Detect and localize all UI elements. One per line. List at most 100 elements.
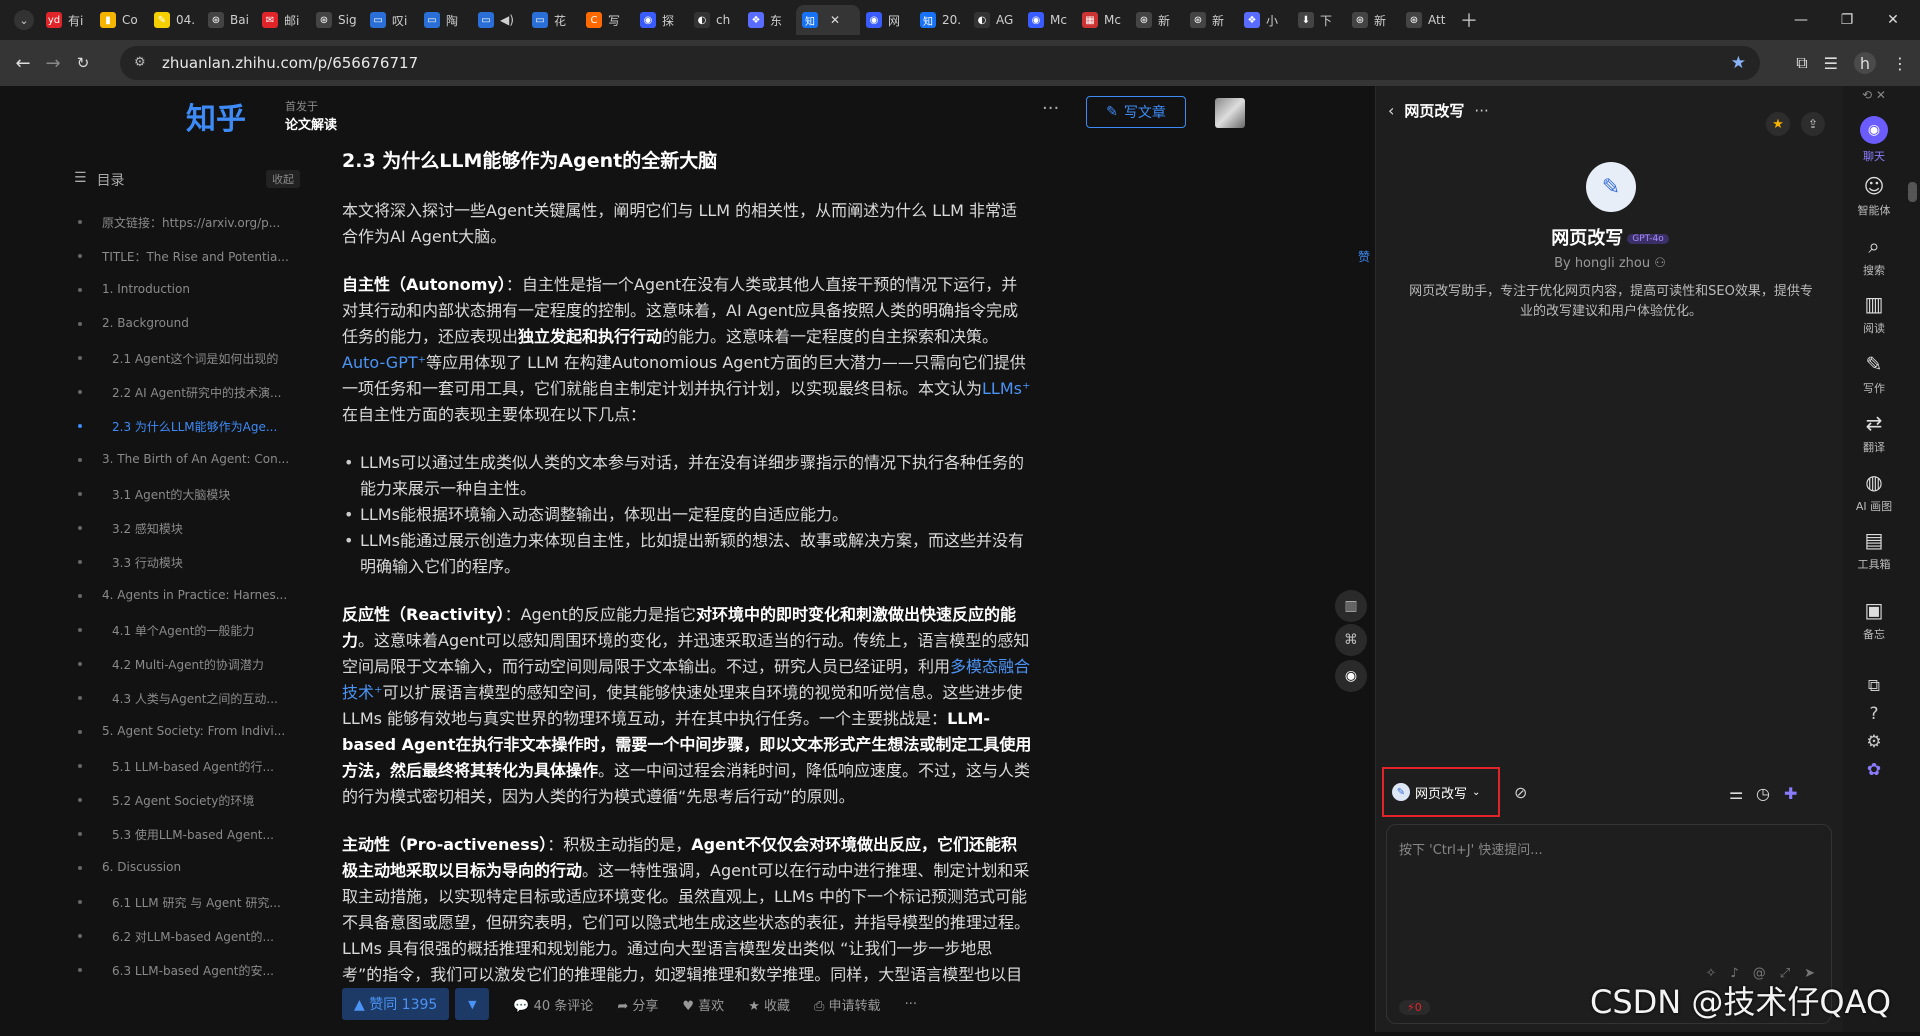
toc-item[interactable]: 6.2 对LLM-based Agent的... <box>74 928 304 962</box>
apps-icon[interactable]: ⌘ <box>1335 624 1367 656</box>
toc-item[interactable]: 4.2 Multi-Agent的协调潜力 <box>74 656 304 690</box>
column-link[interactable]: 论文解读 <box>285 114 337 133</box>
minimize-icon[interactable]: — <box>1778 12 1824 28</box>
new-tab-button[interactable]: ＋ <box>1454 5 1484 35</box>
browser-tab[interactable]: ▭ 叹i <box>364 5 418 35</box>
toc-item[interactable]: 3.1 Agent的大脑模块 <box>74 486 304 520</box>
toc-item[interactable]: 5. Agent Society: From Indivi... <box>74 724 304 758</box>
browser-tab[interactable]: ⊛ 新 <box>1130 5 1184 35</box>
write-article-button[interactable]: ✎ 写文章 <box>1086 96 1186 128</box>
rail-item-search[interactable]: ⌕ 搜索 <box>1843 234 1905 278</box>
toc-item[interactable]: 4. Agents in Practice: Harnes... <box>74 588 304 622</box>
attach-icon[interactable]: ⊘ <box>1514 783 1527 802</box>
browser-tab[interactable]: ▭ ◀) <box>472 5 526 35</box>
rail-item-chat[interactable]: ◉ 聊天 <box>1843 116 1905 164</box>
rail-item-memo[interactable]: ▣ 备忘 <box>1843 598 1905 642</box>
restore-icon[interactable]: ❐ <box>1824 12 1870 28</box>
toc-item[interactable]: 3.2 感知模块 <box>74 520 304 554</box>
browser-tab[interactable]: ◉ 探 <box>634 5 688 35</box>
toc-item[interactable]: 4.1 单个Agent的一般能力 <box>74 622 304 656</box>
new-chat-icon[interactable]: ✚ <box>1784 784 1797 803</box>
browser-tab[interactable]: yd 有i <box>40 5 94 35</box>
browser-tab[interactable]: 知 ✕ <box>796 5 860 35</box>
back-icon[interactable]: ‹ <box>1388 101 1394 120</box>
copy-icon[interactable]: ⧉ <box>1843 676 1905 696</box>
browser-tab[interactable]: 知 20. <box>914 5 968 35</box>
tab-list-button[interactable]: ⌄ <box>8 5 40 35</box>
browser-tab[interactable]: ▦ Mc <box>1076 5 1130 35</box>
browser-tab[interactable]: ◉ Mc <box>1022 5 1076 35</box>
bot-selector[interactable]: ✎ 网页改写 ⌄ <box>1382 767 1500 817</box>
toc-item[interactable]: 2.3 为什么LLM能够作为Age... <box>74 418 304 452</box>
share-button[interactable]: ➦ 分享 <box>617 995 658 1014</box>
autogpt-link[interactable]: Auto-GPT⁺ <box>342 353 426 372</box>
assistant-bot-icon[interactable]: ◉ <box>1335 660 1367 692</box>
history-icon[interactable]: ◷ <box>1756 784 1770 803</box>
downvote-button[interactable]: ▼ <box>455 988 490 1020</box>
settings-sliders-icon[interactable]: ⚌ <box>1729 784 1743 803</box>
browser-tab[interactable]: ▭ 花 <box>526 5 580 35</box>
favorite-star-icon[interactable]: ★ <box>1766 112 1790 136</box>
toc-item[interactable]: 2.2 AI Agent研究中的技术演... <box>74 384 304 418</box>
toc-item[interactable]: 6. Discussion <box>74 860 304 894</box>
reading-list-icon[interactable]: ☰ <box>1824 54 1838 73</box>
rail-item-palette[interactable]: ◍ AI 画图 <box>1843 470 1905 514</box>
toc-item[interactable]: 2.1 Agent这个词是如何出现的 <box>74 350 304 384</box>
toc-item[interactable]: 3. The Birth of An Agent: Con... <box>74 452 304 486</box>
page-scrollbar[interactable] <box>1905 86 1920 1032</box>
zhihu-logo[interactable]: 知乎 <box>186 94 246 138</box>
toc-item[interactable]: TITLE：The Rise and Potentia... <box>74 248 304 282</box>
url-field[interactable]: ⚙ zhuanlan.zhihu.com/p/656676717 ★ <box>120 46 1760 80</box>
browser-tab[interactable]: ✎ 04. <box>148 5 202 35</box>
gift-icon[interactable]: ✿ <box>1843 760 1905 780</box>
close-tab-icon[interactable]: ✕ <box>830 13 840 27</box>
close-icon[interactable]: ✕ <box>1870 12 1916 28</box>
toc-item[interactable]: 2. Background <box>74 316 304 350</box>
browser-menu-icon[interactable]: ⋮ <box>1892 54 1908 73</box>
help-icon[interactable]: ? <box>1843 704 1905 724</box>
like-button[interactable]: ♥ 喜欢 <box>682 995 724 1014</box>
browser-tab[interactable]: ⊛ 新 <box>1184 5 1238 35</box>
settings-icon[interactable]: ⚙ <box>1843 732 1905 752</box>
toc-item[interactable]: 1. Introduction <box>74 282 304 316</box>
browser-tab[interactable]: ❖ 小 <box>1238 5 1292 35</box>
browser-tab[interactable]: ▭ 陶 <box>418 5 472 35</box>
browser-tab[interactable]: ✉ 邮i <box>256 5 310 35</box>
browser-tab[interactable]: ⊛ Att <box>1400 5 1454 35</box>
comment-button[interactable]: 💬 40 条评论 <box>513 995 593 1014</box>
toc-item[interactable]: 5.3 使用LLM-based Agent... <box>74 826 304 860</box>
upvote-button[interactable]: ▲ 赞同 1395 <box>342 988 450 1020</box>
more-icon[interactable]: ··· <box>1042 98 1059 119</box>
browser-tab[interactable]: ⊛ Sig <box>310 5 364 35</box>
toc-item[interactable]: 3.3 行动模块 <box>74 554 304 588</box>
reload-button[interactable]: ↻ <box>68 54 98 72</box>
browser-tab[interactable]: ◉ 网 <box>860 5 914 35</box>
more-icon[interactable]: ··· <box>1474 102 1488 120</box>
site-info-icon[interactable]: ⚙ <box>134 55 150 71</box>
rail-item-translate[interactable]: ⇄ 翻译 <box>1843 411 1905 455</box>
repost-button[interactable]: ⎙ 申请转载 <box>814 995 881 1014</box>
llms-link[interactable]: LLMs⁺ <box>982 379 1030 398</box>
toc-collapse-button[interactable]: 收起 <box>266 170 300 188</box>
favorite-button[interactable]: ★ 收藏 <box>748 995 790 1014</box>
share-icon[interactable]: ⇪ <box>1801 112 1825 136</box>
toc-item[interactable]: 5.1 LLM-based Agent的行... <box>74 758 304 792</box>
rail-item-pen[interactable]: ✎ 写作 <box>1843 352 1905 396</box>
browser-tab[interactable]: ◐ AG <box>968 5 1022 35</box>
browser-tab[interactable]: ⬇ 下 <box>1292 5 1346 35</box>
toc-item[interactable]: 6.3 LLM-based Agent的安... <box>74 962 304 996</box>
more-actions-button[interactable]: ··· <box>905 997 917 1012</box>
book-icon[interactable]: ▥ <box>1335 590 1367 622</box>
rail-top-controls[interactable]: ⟲ ✕ <box>1843 88 1905 102</box>
rail-item-book[interactable]: ▥ 阅读 <box>1843 292 1905 336</box>
scrollbar-thumb[interactable] <box>1908 182 1917 202</box>
back-button[interactable]: ← <box>8 53 38 74</box>
rail-item-toolbox[interactable]: ▤ 工具箱 <box>1843 528 1905 572</box>
browser-tab[interactable]: ◐ ch <box>688 5 742 35</box>
browser-tab[interactable]: ⊛ 新 <box>1346 5 1400 35</box>
rail-item-agent[interactable]: ☺ 智能体 <box>1843 174 1905 218</box>
toc-item[interactable]: 5.2 Agent Society的环境 <box>74 792 304 826</box>
browser-tab[interactable]: ❖ 东 <box>742 5 796 35</box>
profile-avatar[interactable]: h <box>1854 52 1876 74</box>
browser-tab[interactable]: ▮ Co <box>94 5 148 35</box>
